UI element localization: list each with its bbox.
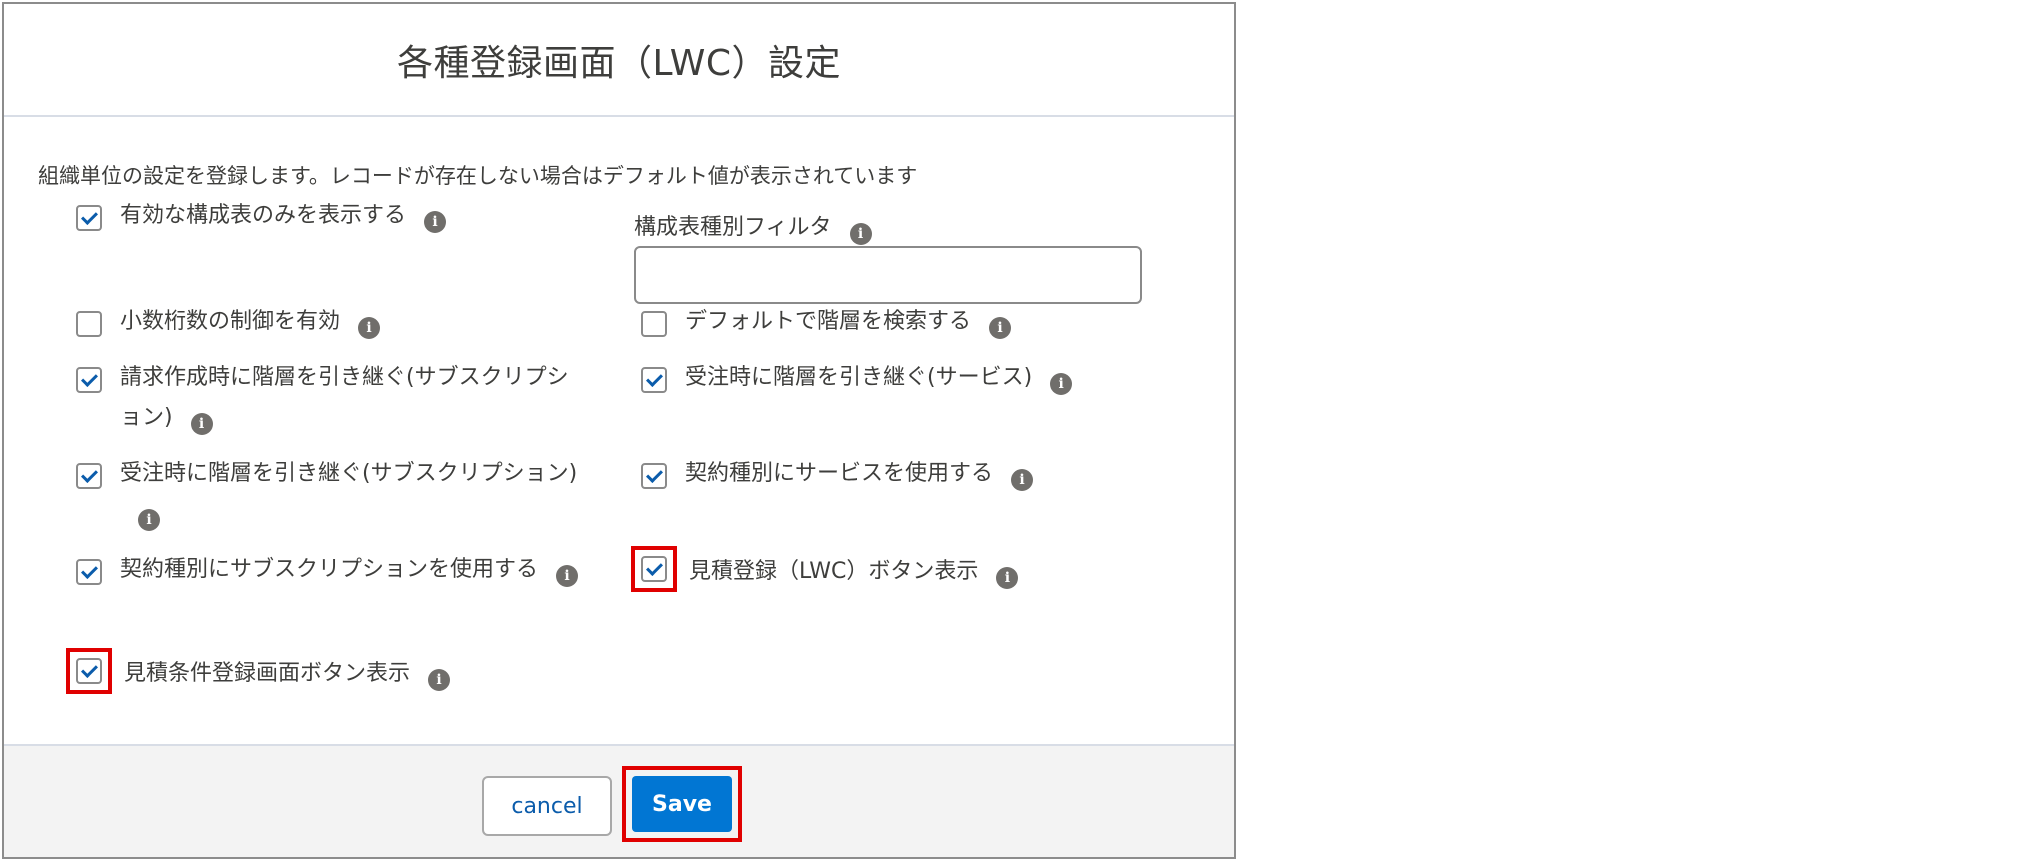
highlight-box (631, 546, 677, 592)
option-inherit-hierarchy-billing-subscription[interactable]: 請求作成時に階層を引き継ぐ(サブスクリプション) i (76, 364, 596, 438)
checkbox[interactable] (76, 311, 102, 337)
checkbox[interactable] (641, 463, 667, 489)
option-label: 受注時に階層を引き継ぐ(サービス) (685, 365, 1033, 390)
option-label: 小数桁数の制御を有効 (120, 309, 341, 334)
modal-title: 各種登録画面（LWC）設定 (397, 42, 841, 84)
modal-footer: cancel Save (4, 744, 1234, 857)
checkbox[interactable] (76, 367, 102, 393)
checkbox[interactable] (76, 205, 102, 231)
cancel-button[interactable]: cancel (482, 776, 612, 836)
modal-description: 組織単位の設定を登録します。レコードが存在しない場合はデフォルト値が表示されてい… (38, 164, 918, 188)
checkbox[interactable] (76, 559, 102, 585)
info-icon[interactable]: i (1011, 469, 1034, 491)
option-label: 見積登録（LWC）ボタン表示 (689, 559, 979, 584)
highlight-box (66, 648, 112, 694)
info-icon[interactable]: i (424, 211, 447, 233)
option-quote-lwc-button[interactable]: 見積登録（LWC）ボタン表示 i (631, 546, 1201, 592)
info-icon[interactable]: i (556, 565, 579, 587)
option-inherit-hierarchy-order-service[interactable]: 受注時に階層を引き継ぐ(サービス) i (641, 364, 1161, 398)
checkbox[interactable] (641, 367, 667, 393)
option-contract-type-subscription[interactable]: 契約種別にサブスクリプションを使用する i (76, 556, 596, 590)
checkbox[interactable] (76, 658, 102, 684)
option-label: 契約種別にサービスを使用する (685, 461, 994, 486)
checkbox[interactable] (641, 556, 667, 582)
option-inherit-hierarchy-order-subscription[interactable]: 受注時に階層を引き継ぐ(サブスクリプション) i (76, 460, 596, 534)
option-label: 受注時に階層を引き継ぐ(サブスクリプション) (120, 461, 578, 486)
checkbox[interactable] (76, 463, 102, 489)
settings-modal: 各種登録画面（LWC）設定 組織単位の設定を登録します。レコードが存在しない場合… (2, 2, 1236, 859)
bom-type-filter-input[interactable] (634, 246, 1142, 304)
option-show-active-bom-only[interactable]: 有効な構成表のみを表示する i (76, 202, 596, 236)
option-label: デフォルトで階層を検索する (685, 309, 972, 334)
modal-header: 各種登録画面（LWC）設定 (4, 4, 1234, 117)
option-label: 請求作成時に階層を引き継ぐ(サブスクリプション) (120, 365, 569, 430)
info-icon[interactable]: i (428, 669, 451, 691)
option-default-hierarchy-search[interactable]: デフォルトで階層を検索する i (641, 308, 1161, 342)
option-contract-type-service[interactable]: 契約種別にサービスを使用する i (641, 460, 1161, 494)
info-icon[interactable]: i (358, 317, 381, 339)
option-label: 有効な構成表のみを表示する (120, 203, 407, 228)
option-quote-condition-button[interactable]: 見積条件登録画面ボタン表示 i (66, 648, 596, 694)
highlight-box: Save (622, 766, 742, 842)
option-decimal-control[interactable]: 小数桁数の制御を有効 i (76, 308, 596, 342)
info-icon[interactable]: i (849, 223, 872, 245)
info-icon[interactable]: i (996, 567, 1019, 589)
save-button[interactable]: Save (632, 776, 732, 832)
info-icon[interactable]: i (1050, 373, 1073, 395)
checkbox[interactable] (641, 311, 667, 337)
info-icon[interactable]: i (138, 509, 160, 531)
filter-field-label: 構成表種別フィルタ (634, 215, 832, 240)
info-icon[interactable]: i (989, 317, 1012, 339)
info-icon[interactable]: i (190, 413, 213, 435)
option-label: 契約種別にサブスクリプションを使用する (120, 557, 539, 582)
option-label: 見積条件登録画面ボタン表示 (124, 661, 411, 686)
